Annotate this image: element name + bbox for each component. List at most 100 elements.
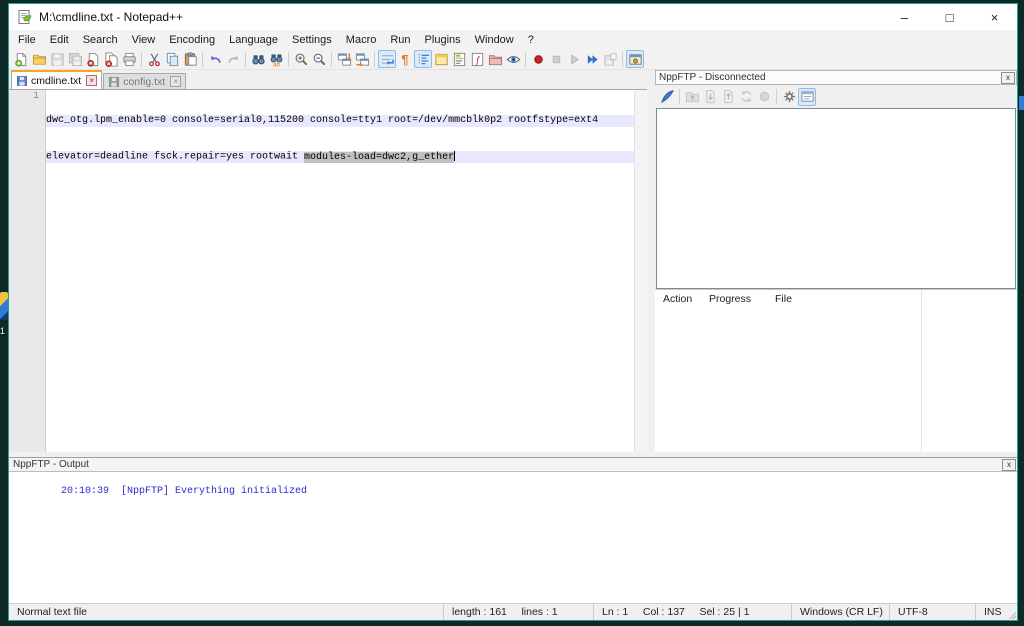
desktop-background: 1 M:\cmdline.txt - Notepad++ – □ × FileE… [0, 0, 1024, 626]
ftp-show-messages-button[interactable] [798, 88, 816, 106]
redo-button [224, 50, 242, 68]
close-button[interactable]: × [972, 4, 1017, 30]
new-file-button[interactable] [12, 50, 30, 68]
editor-vertical-scrollbar[interactable] [634, 90, 647, 452]
tab-close-button[interactable]: × [170, 76, 181, 87]
nppftp-panel-close-button[interactable]: x [1001, 72, 1015, 84]
replace-button[interactable]: ab [267, 50, 285, 68]
selected-text: modules-load=dwc2,g_ether [304, 152, 454, 163]
macro-play-icon [567, 52, 582, 67]
cut-button[interactable] [145, 50, 163, 68]
output-panel-close-button[interactable]: x [1002, 459, 1016, 471]
queue-column-divider [921, 290, 922, 452]
tab-close-button[interactable]: × [86, 75, 97, 86]
resize-grip[interactable] [1008, 611, 1016, 619]
menu-item-encoding[interactable]: Encoding [162, 32, 222, 48]
replace-icon: ab [269, 52, 284, 67]
menu-item-language[interactable]: Language [222, 32, 285, 48]
paste-button[interactable] [181, 50, 199, 68]
tab-label: config.txt [123, 76, 165, 88]
minimize-button[interactable]: – [882, 4, 927, 30]
title-bar[interactable]: M:\cmdline.txt - Notepad++ – □ × [9, 4, 1017, 30]
menu-item-edit[interactable]: Edit [43, 32, 76, 48]
ftp-settings-button[interactable] [780, 88, 798, 106]
find-icon [251, 52, 266, 67]
find-button[interactable] [249, 50, 267, 68]
menu-item-settings[interactable]: Settings [285, 32, 339, 48]
status-doc-type: Normal text file [9, 604, 443, 620]
nppftp-output-panel: NppFTP - Output x 20:10:39 [NppFTP] Ever… [9, 457, 1017, 603]
saved-file-icon [16, 75, 28, 87]
output-panel-caption[interactable]: NppFTP - Output x [9, 458, 1017, 472]
text-caret [454, 151, 455, 161]
macro-save-icon [603, 52, 618, 67]
output-log[interactable]: 20:10:39 [NppFTP] Everything initialized [9, 472, 1017, 603]
desktop-item-sliver [1019, 96, 1024, 110]
save-icon [50, 52, 65, 67]
ftp-connect-button[interactable] [658, 88, 676, 106]
line-number-gutter[interactable]: 1 [9, 90, 46, 452]
macro-run-multiple-button[interactable] [583, 50, 601, 68]
queue-header-action[interactable]: Action [655, 293, 701, 305]
status-encoding[interactable]: UTF-8 [889, 604, 975, 620]
ftp-upload-other-file-icon [721, 89, 736, 104]
tab-cmdline-txt[interactable]: cmdline.txt× [11, 70, 102, 89]
zoom-out-icon [312, 52, 327, 67]
undo-button[interactable] [206, 50, 224, 68]
toolbar-separator [141, 52, 142, 67]
menu-item-window[interactable]: Window [468, 32, 521, 48]
word-wrap-icon [380, 52, 395, 67]
macro-record-button[interactable] [529, 50, 547, 68]
show-all-characters-button[interactable]: ¶ [396, 50, 414, 68]
close-file-button[interactable] [84, 50, 102, 68]
close-all-button[interactable] [102, 50, 120, 68]
text-area[interactable]: dwc_otg.lpm_enable=0 console=serial0,115… [46, 90, 634, 452]
indent-guide-icon [416, 52, 431, 67]
toolbar-separator [288, 52, 289, 67]
menu-item-macro[interactable]: Macro [339, 32, 384, 48]
main-area: cmdline.txt× config.txt × 1 dwc_otg.lpm_en… [9, 70, 1017, 452]
nppftp-show-window-button[interactable] [626, 50, 644, 68]
code-row-2: elevator=deadline fsck.repair=yes rootwa… [46, 151, 634, 163]
cut-icon [147, 52, 162, 67]
ftp-file-tree[interactable] [656, 108, 1016, 289]
zoom-out-button[interactable] [310, 50, 328, 68]
monitoring-button[interactable] [504, 50, 522, 68]
open-folder-button[interactable] [30, 50, 48, 68]
menu-item-plugins[interactable]: Plugins [418, 32, 468, 48]
nppftp-panel-caption[interactable]: NppFTP - Disconnected x [655, 70, 1017, 85]
menu-item-run[interactable]: Run [383, 32, 417, 48]
document-map-button[interactable] [450, 50, 468, 68]
saved-file-icon [108, 76, 120, 88]
sync-vertical-scrolling-button[interactable] [335, 50, 353, 68]
queue-header-file[interactable]: File [767, 293, 1017, 305]
monitoring-icon [506, 52, 521, 67]
menu-item-view[interactable]: View [125, 32, 163, 48]
desktop-shortcut-icon[interactable] [0, 292, 8, 320]
menu-item-help[interactable]: ? [521, 32, 541, 48]
indent-guide-button[interactable] [414, 50, 432, 68]
ftp-abort-button [755, 88, 773, 106]
menu-item-file[interactable]: File [11, 32, 43, 48]
tab-config-txt[interactable]: config.txt × [103, 73, 186, 89]
zoom-in-button[interactable] [292, 50, 310, 68]
print-button[interactable] [120, 50, 138, 68]
undo-icon [208, 52, 223, 67]
save-button [48, 50, 66, 68]
transfer-queue-list[interactable] [655, 307, 1017, 452]
toolbar-separator [622, 52, 623, 67]
toolbar-separator [525, 52, 526, 67]
maximize-button[interactable]: □ [927, 4, 972, 30]
word-wrap-button[interactable] [378, 50, 396, 68]
menu-item-search[interactable]: Search [76, 32, 125, 48]
user-defined-dialog-button[interactable] [432, 50, 450, 68]
sync-horizontal-scrolling-button[interactable] [353, 50, 371, 68]
status-eol-format[interactable]: Windows (CR LF) [791, 604, 889, 620]
folder-as-workspace-button[interactable] [486, 50, 504, 68]
queue-header-progress[interactable]: Progress [701, 293, 767, 305]
vertical-splitter[interactable] [647, 70, 655, 452]
ftp-upload-current-file-icon [685, 89, 700, 104]
copy-button[interactable] [163, 50, 181, 68]
function-list-button[interactable]: f [468, 50, 486, 68]
transfer-queue-header: ActionProgressFile [655, 290, 1017, 307]
